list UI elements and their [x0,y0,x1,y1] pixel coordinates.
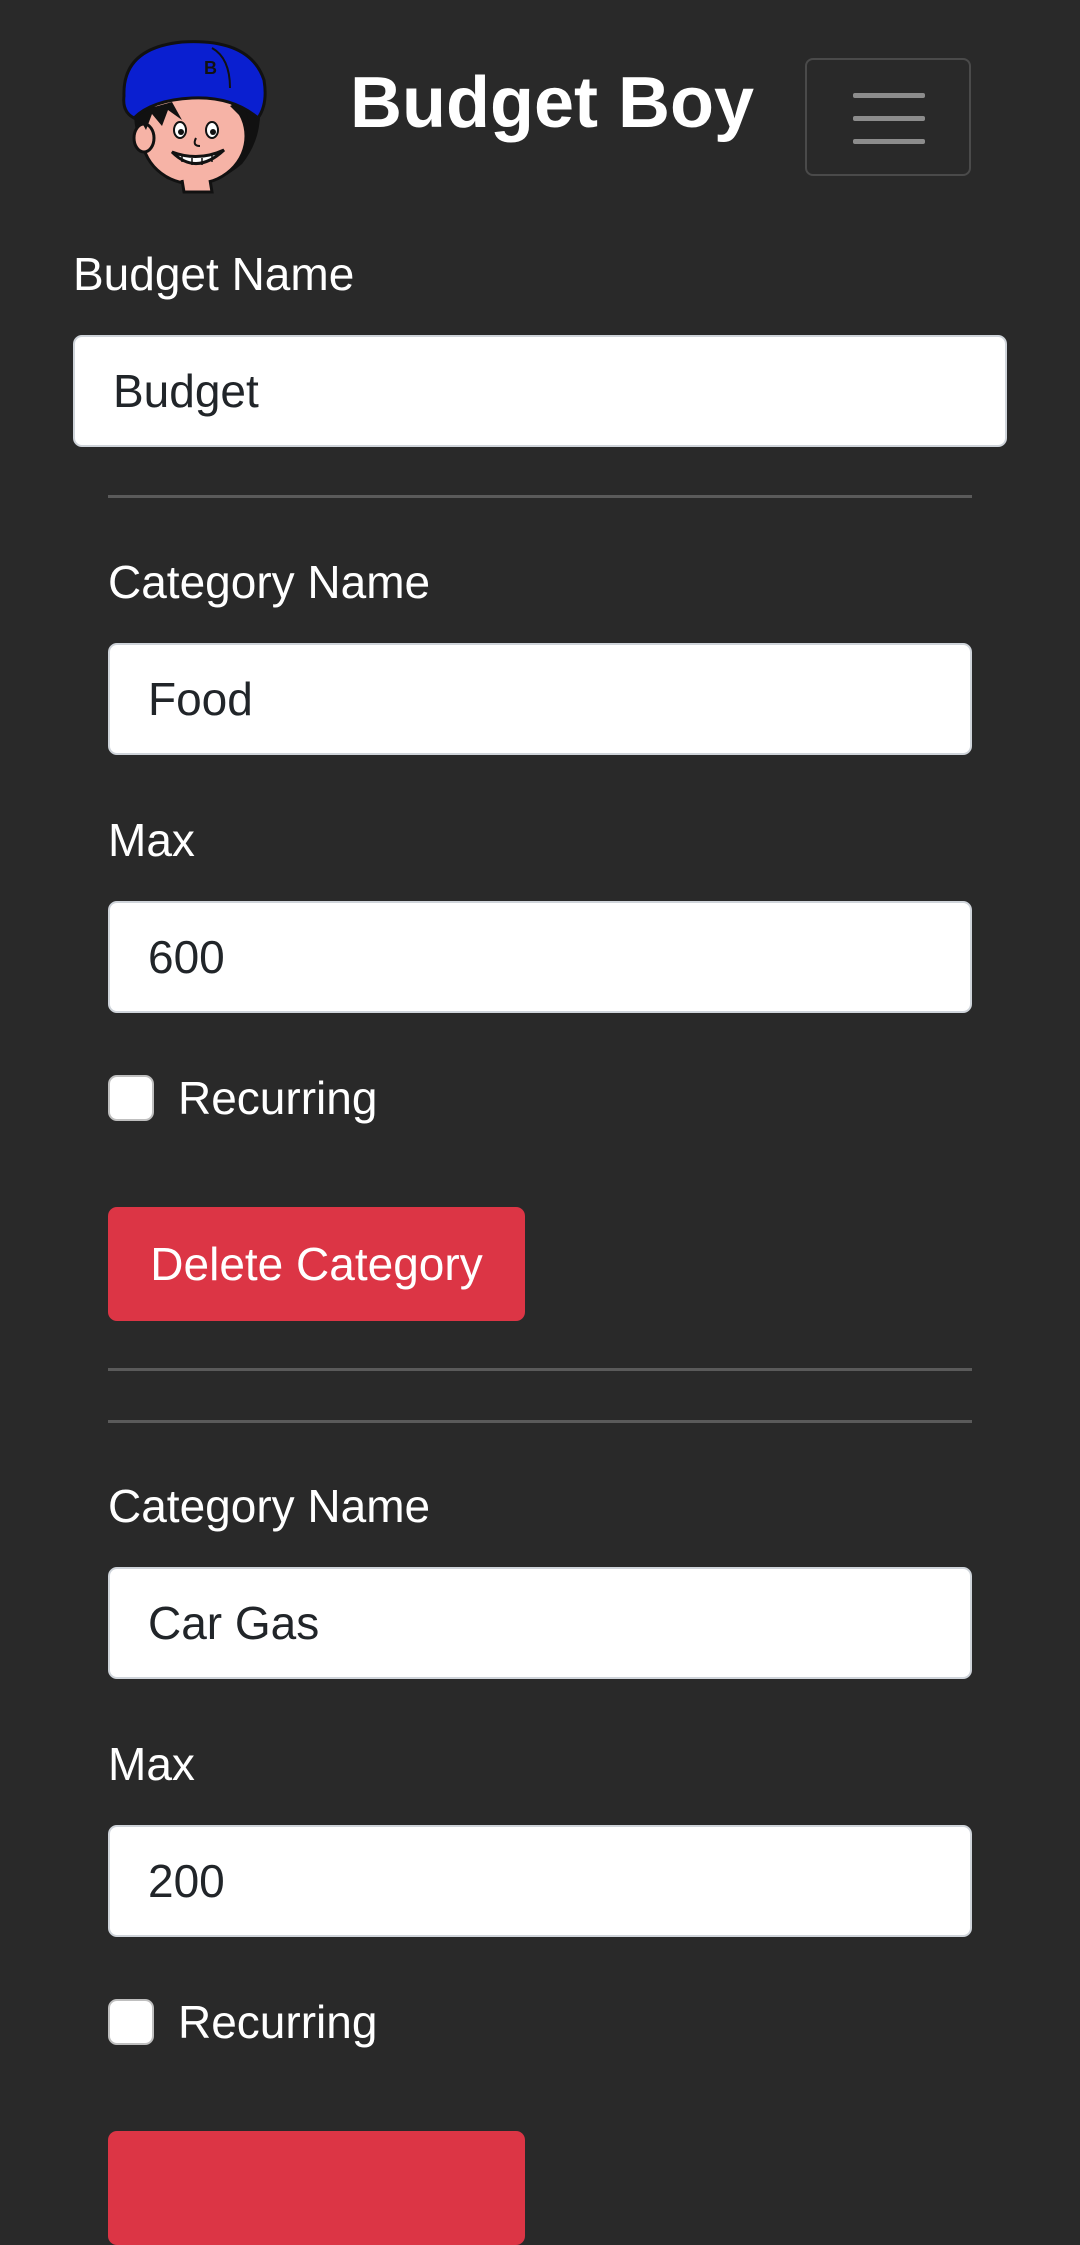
recurring-checkbox[interactable] [108,1075,154,1121]
category-name-input[interactable] [108,643,972,755]
menu-toggle-button[interactable] [805,58,971,176]
recurring-label[interactable]: Recurring [178,1994,377,2050]
brand-title[interactable]: Budget Boy [350,58,754,148]
recurring-label[interactable]: Recurring [178,1070,377,1126]
max-label: Max [108,1738,195,1790]
category-name-label: Category Name [108,1480,431,1532]
delete-category-button[interactable]: Delete Category [108,1207,525,1321]
category-name-input[interactable] [108,1567,972,1679]
budget-name-input[interactable] [73,335,1007,447]
delete-category-button[interactable] [108,2131,525,2245]
navbar: B Budget Boy [0,0,1080,200]
max-input[interactable] [108,901,972,1013]
max-label: Max [108,814,195,866]
category-divider [108,495,972,498]
budget-name-label: Budget Name [73,248,355,300]
recurring-row: Recurring [108,1070,377,1126]
category-divider [108,1420,972,1423]
cartoon-boy-logo-icon[interactable]: B [112,34,272,194]
max-input[interactable] [108,1825,972,1937]
category-name-label: Category Name [108,556,431,608]
recurring-row: Recurring [108,1994,377,2050]
category-divider [108,1368,972,1371]
svg-text:B: B [204,58,217,78]
recurring-checkbox[interactable] [108,1999,154,2045]
